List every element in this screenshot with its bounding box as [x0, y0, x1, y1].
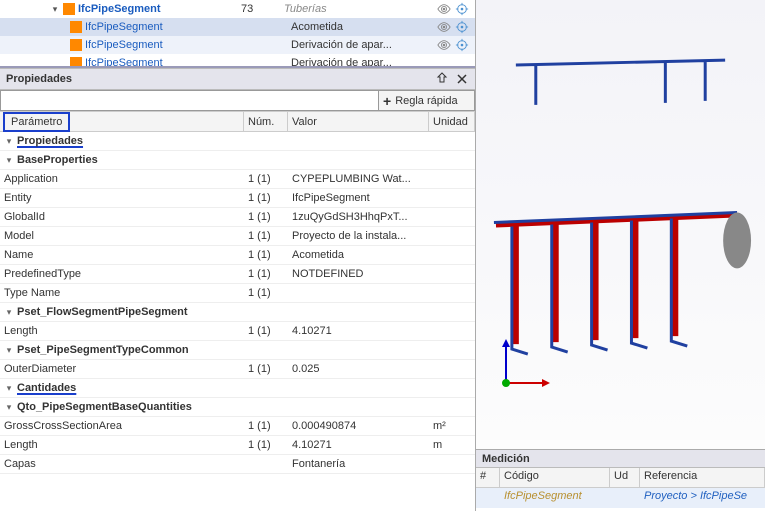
tree-label: IfcPipeSegment — [85, 39, 245, 51]
prop-row[interactable]: Length 1 (1) 4.10271 m — [0, 436, 475, 455]
target-icon[interactable] — [455, 38, 469, 52]
col-unit-header[interactable]: Unidad — [429, 112, 475, 131]
prop-row[interactable]: Name 1 (1) Acometida — [0, 246, 475, 265]
col-num-header[interactable]: Núm. — [244, 112, 288, 131]
group-row-propiedades[interactable]: ▾Propiedades — [0, 132, 475, 151]
prop-row[interactable]: GrossCrossSectionArea 1 (1) 0.000490874 … — [0, 417, 475, 436]
visibility-icon[interactable] — [437, 38, 451, 52]
medicion-columns: # Código Ud Referencia — [476, 468, 765, 488]
col-code[interactable]: Código — [500, 468, 610, 487]
prop-row[interactable]: PredefinedType 1 (1) NOTDEFINED — [0, 265, 475, 284]
tree-desc: Derivación de apar... — [291, 39, 434, 51]
group-row-baseprops[interactable]: ▾BaseProperties — [0, 151, 475, 170]
med-code: IfcPipeSegment — [500, 488, 610, 508]
tree-desc: Acometida — [291, 21, 434, 33]
group-row-psettype[interactable]: ▾Pset_PipeSegmentTypeCommon — [0, 341, 475, 360]
close-icon[interactable] — [455, 72, 469, 86]
chevron-down-icon[interactable]: ▾ — [4, 345, 14, 356]
properties-table[interactable]: Parámetro Núm. Valor Unidad ▾Propiedades… — [0, 112, 475, 511]
prop-row[interactable]: GlobalId 1 (1) 1zuQyGdSH3HhqPxT... — [0, 208, 475, 227]
prop-row[interactable]: Application 1 (1) CYPEPLUMBING Wat... — [0, 170, 475, 189]
expander-icon[interactable]: ▾ — [50, 4, 60, 14]
chevron-down-icon[interactable]: ▾ — [4, 402, 14, 413]
col-ud[interactable]: Ud — [610, 468, 640, 487]
chevron-down-icon[interactable]: ▾ — [4, 136, 14, 147]
entity-icon — [63, 3, 75, 15]
col-hash[interactable]: # — [476, 468, 500, 487]
properties-panel-header: Propiedades — [0, 68, 475, 90]
tree-row[interactable]: IfcPipeSegment Derivación de apar... — [0, 36, 475, 54]
chevron-down-icon[interactable]: ▾ — [4, 307, 14, 318]
medicion-title: Medición — [476, 450, 765, 468]
tree-desc: Derivación de apar... — [291, 57, 475, 68]
prop-row[interactable]: OuterDiameter 1 (1) 0.025 — [0, 360, 475, 379]
visibility-icon[interactable] — [437, 20, 451, 34]
tree-row[interactable]: IfcPipeSegment Acometida — [0, 18, 475, 36]
quick-rule-button[interactable]: + Regla rápida — [379, 90, 475, 111]
medicion-panel: Medición # Código Ud Referencia IfcPipeS… — [476, 449, 765, 511]
visibility-icon[interactable] — [437, 2, 451, 16]
quick-rule-label: Regla rápida — [395, 95, 457, 107]
target-icon[interactable] — [455, 2, 469, 16]
panel-title: Propiedades — [6, 73, 72, 85]
prop-row[interactable]: Length 1 (1) 4.10271 — [0, 322, 475, 341]
col-val-header[interactable]: Valor — [288, 112, 429, 131]
3d-viewport[interactable] — [476, 0, 765, 449]
tree-panel: ▾ IfcPipeSegment 73 Tuberías IfcPipeSegm… — [0, 0, 475, 68]
tree-label: IfcPipeSegment — [85, 57, 245, 68]
chevron-down-icon[interactable]: ▾ — [4, 155, 14, 166]
tree-label: IfcPipeSegment — [78, 3, 238, 15]
entity-icon — [70, 39, 82, 51]
entity-icon — [70, 21, 82, 33]
med-ref: Proyecto > IfcPipeSe — [640, 488, 765, 508]
tree-count: 73 — [241, 3, 281, 15]
axis-gizmo-icon — [492, 337, 552, 397]
group-row-qtobase[interactable]: ▾Qto_PipeSegmentBaseQuantities — [0, 398, 475, 417]
group-row-psetflow[interactable]: ▾Pset_FlowSegmentPipeSegment — [0, 303, 475, 322]
chevron-down-icon[interactable]: ▾ — [4, 383, 14, 394]
properties-header: Parámetro Núm. Valor Unidad — [0, 112, 475, 132]
col-param-header[interactable]: Parámetro — [3, 112, 70, 132]
group-row-cantidades[interactable]: ▾Cantidades — [0, 379, 475, 398]
plus-icon: + — [383, 93, 391, 109]
col-ref[interactable]: Referencia — [640, 468, 765, 487]
tree-row[interactable]: IfcPipeSegment Derivación de apar... — [0, 54, 475, 68]
target-icon[interactable] — [455, 20, 469, 34]
prop-row[interactable]: Entity 1 (1) IfcPipeSegment — [0, 189, 475, 208]
dock-icon[interactable] — [435, 72, 449, 86]
medicion-row[interactable]: IfcPipeSegment Proyecto > IfcPipeSe — [476, 488, 765, 508]
prop-row[interactable]: Model 1 (1) Proyecto de la instala... — [0, 227, 475, 246]
filter-input[interactable] — [0, 90, 379, 111]
prop-row[interactable]: Type Name 1 (1) — [0, 284, 475, 303]
tree-desc: Tuberías — [284, 3, 434, 15]
tree-row[interactable]: ▾ IfcPipeSegment 73 Tuberías — [0, 0, 475, 18]
tree-label: IfcPipeSegment — [85, 21, 245, 33]
entity-icon — [70, 57, 82, 68]
group-row-capas[interactable]: Capas Fontanería — [0, 455, 475, 474]
filter-row: + Regla rápida — [0, 90, 475, 112]
